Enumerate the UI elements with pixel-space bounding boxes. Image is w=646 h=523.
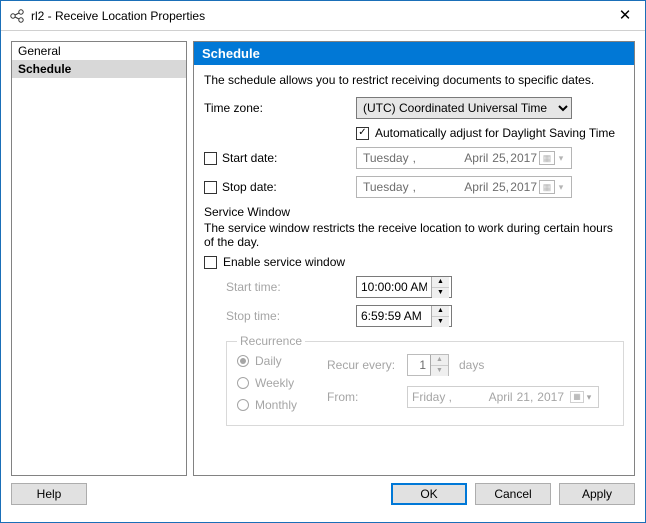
chevron-down-icon: ▾ — [555, 153, 567, 164]
recur-every-label: Recur every: — [327, 358, 407, 372]
stop-date-picker[interactable]: Tuesday, April 25, 2017 ▦ ▾ — [356, 176, 572, 198]
stop-time-label: Stop time: — [226, 309, 356, 323]
start-time-input[interactable]: ▲▼ — [356, 276, 452, 298]
chevron-down-icon: ▾ — [584, 392, 594, 403]
titlebar: rl2 - Receive Location Properties ✕ — [1, 1, 645, 31]
recurrence-daily-radio[interactable] — [237, 355, 249, 367]
recurrence-group: Recurrence Daily Weekly Monthly Recur ev… — [226, 334, 624, 426]
recurrence-monthly-radio[interactable] — [237, 399, 249, 411]
app-icon — [9, 8, 25, 24]
stop-date-label: Stop date: — [222, 180, 277, 194]
service-window-description: The service window restricts the receive… — [204, 221, 624, 249]
spinner-buttons[interactable]: ▲▼ — [431, 306, 449, 326]
calendar-icon: ▦ — [539, 151, 555, 165]
property-nav-sidebar: General Schedule — [11, 41, 187, 476]
stop-time-input[interactable]: ▲▼ — [356, 305, 452, 327]
close-button[interactable]: ✕ — [605, 1, 645, 31]
recur-every-input[interactable]: 1 ▲▼ — [407, 354, 449, 376]
window-title: rl2 - Receive Location Properties — [31, 9, 605, 23]
sidebar-item-general[interactable]: General — [12, 42, 186, 60]
timezone-label: Time zone: — [204, 101, 356, 115]
recurrence-legend: Recurrence — [237, 334, 305, 348]
recur-from-label: From: — [327, 390, 407, 404]
recurrence-weekly-radio[interactable] — [237, 377, 249, 389]
chevron-down-icon: ▾ — [555, 182, 567, 193]
dialog-footer: Help OK Cancel Apply — [1, 482, 645, 514]
apply-button[interactable]: Apply — [559, 483, 635, 505]
cancel-button[interactable]: Cancel — [475, 483, 551, 505]
recur-from-date-picker[interactable]: Friday , April 21, 2017 ▦ ▾ — [407, 386, 599, 408]
calendar-icon: ▦ — [570, 391, 584, 403]
start-date-label: Start date: — [222, 151, 277, 165]
section-header: Schedule — [194, 42, 634, 65]
timezone-select[interactable]: (UTC) Coordinated Universal Time — [356, 97, 572, 119]
section-description: The schedule allows you to restrict rece… — [204, 73, 624, 87]
calendar-icon: ▦ — [539, 180, 555, 194]
start-date-picker[interactable]: Tuesday, April 25, 2017 ▦ ▾ — [356, 147, 572, 169]
enable-service-window-label: Enable service window — [223, 255, 345, 269]
ok-button[interactable]: OK — [391, 483, 467, 505]
service-window-group-label: Service Window — [204, 205, 624, 219]
spinner-buttons[interactable]: ▲▼ — [431, 277, 449, 297]
start-date-checkbox[interactable] — [204, 152, 217, 165]
recur-unit: days — [459, 358, 484, 372]
help-button[interactable]: Help — [11, 483, 87, 505]
spinner-buttons[interactable]: ▲▼ — [430, 355, 448, 375]
stop-date-checkbox[interactable] — [204, 181, 217, 194]
sidebar-item-schedule[interactable]: Schedule — [12, 60, 186, 78]
enable-service-window-checkbox[interactable] — [204, 256, 217, 269]
dst-checkbox[interactable] — [356, 127, 369, 140]
main-panel: Schedule The schedule allows you to rest… — [193, 41, 635, 476]
dst-label: Automatically adjust for Daylight Saving… — [375, 126, 615, 140]
start-time-label: Start time: — [226, 280, 356, 294]
